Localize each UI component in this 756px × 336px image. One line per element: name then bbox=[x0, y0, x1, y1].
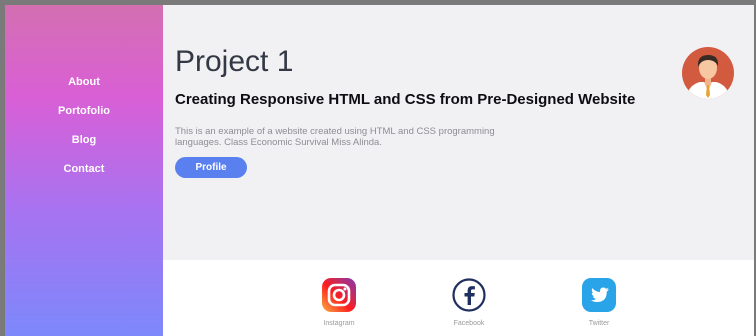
browser-frame: About Portofolio Blog Contact Project 1 … bbox=[0, 0, 756, 336]
sidebar-nav: About Portofolio Blog Contact bbox=[5, 68, 163, 184]
facebook-label: Facebook bbox=[453, 320, 485, 327]
nav-link-contact[interactable]: Contact bbox=[64, 155, 105, 184]
twitter-icon bbox=[582, 278, 616, 317]
social-link-instagram[interactable]: Instagram bbox=[309, 278, 369, 327]
avatar bbox=[682, 47, 734, 99]
sidebar: About Portofolio Blog Contact bbox=[5, 5, 163, 336]
nav-link-about[interactable]: About bbox=[68, 68, 100, 97]
page-title: Project 1 bbox=[175, 45, 294, 78]
nav-link-blog[interactable]: Blog bbox=[72, 126, 96, 155]
social-link-twitter[interactable]: Twitter bbox=[569, 278, 629, 327]
profile-button[interactable]: Profile bbox=[175, 157, 247, 178]
social-link-facebook[interactable]: Facebook bbox=[439, 278, 499, 327]
page-subtitle: Creating Responsive HTML and CSS from Pr… bbox=[175, 91, 636, 108]
facebook-icon bbox=[452, 278, 486, 317]
social-footer: Instagram Facebook Twitter bbox=[163, 260, 754, 336]
instagram-label: Instagram bbox=[323, 320, 355, 327]
instagram-icon bbox=[322, 278, 356, 317]
nav-link-portofolio[interactable]: Portofolio bbox=[58, 97, 110, 126]
hero-section: Project 1 Creating Responsive HTML and C… bbox=[163, 5, 754, 260]
page-description: This is an example of a website created … bbox=[175, 126, 495, 148]
twitter-label: Twitter bbox=[588, 320, 610, 327]
